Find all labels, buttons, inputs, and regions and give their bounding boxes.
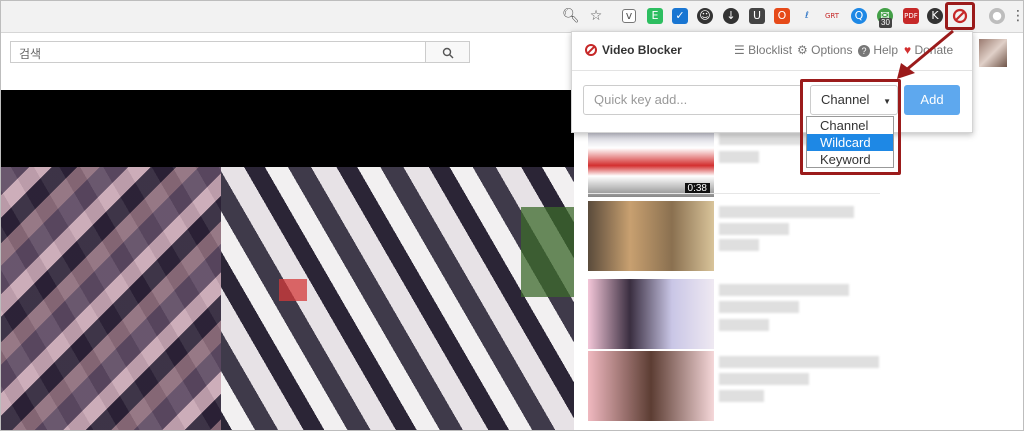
ext-icon[interactable]: GRT — [824, 8, 840, 24]
related-thumbnail[interactable] — [588, 201, 714, 271]
related-title[interactable] — [719, 356, 879, 368]
related-thumbnail[interactable]: 0:38 — [588, 127, 714, 197]
tamper-icon[interactable]: ☺ — [697, 8, 713, 24]
related-meta — [719, 239, 759, 251]
highlight-box-extension — [945, 2, 975, 30]
related-thumbnail[interactable] — [588, 279, 714, 349]
search-input[interactable]: 검색 — [10, 41, 426, 63]
list-icon: ☰ — [734, 43, 745, 57]
related-meta — [719, 373, 809, 385]
todo-icon[interactable]: ✓ — [672, 8, 688, 24]
shield-icon[interactable]: U — [749, 8, 765, 24]
related-thumbnail[interactable] — [588, 351, 714, 421]
related-meta — [719, 390, 764, 402]
block-icon — [585, 44, 597, 56]
text-icon[interactable]: ℓ — [799, 8, 815, 24]
related-meta — [719, 223, 789, 235]
pdf-icon[interactable]: PDF — [903, 8, 919, 24]
zoom-icon[interactable]: 🔍︎ — [562, 8, 580, 24]
video-player-top[interactable] — [1, 90, 574, 167]
gear-icon: ⚙ — [797, 43, 808, 57]
avatar[interactable] — [979, 39, 1007, 67]
profile-icon[interactable]: ● — [989, 8, 1005, 24]
related-title[interactable] — [719, 206, 854, 218]
download-icon[interactable]: ↓ — [723, 8, 739, 24]
annotation-arrow — [897, 29, 954, 79]
popup-title: Video Blocker — [602, 43, 682, 57]
browser-toolbar: 🔍︎ ☆ v E ✓ ☺ ↓ U O ℓ GRT Q ✉ 30 PDF K ● … — [1, 1, 1023, 33]
menu-icon[interactable]: ⋮ — [1011, 8, 1023, 24]
highlight-box-select — [800, 79, 901, 175]
pocket-icon[interactable]: v — [622, 9, 636, 23]
video-detail — [279, 279, 307, 301]
evernote-icon[interactable]: E — [647, 8, 663, 24]
browser-window: 🔍︎ ☆ v E ✓ ☺ ↓ U O ℓ GRT Q ✉ 30 PDF K ● … — [0, 0, 1024, 431]
question-icon: ? — [858, 45, 870, 57]
related-meta — [719, 301, 799, 313]
search-ext-icon[interactable]: Q — [851, 8, 867, 24]
related-meta — [719, 319, 769, 331]
quick-key-input[interactable]: Quick key add... — [583, 85, 803, 115]
related-meta — [719, 151, 759, 163]
office-icon[interactable]: O — [774, 8, 790, 24]
search-icon — [442, 47, 454, 59]
search-button[interactable] — [426, 41, 470, 63]
nav-blocklist[interactable]: ☰ Blocklist — [734, 43, 792, 57]
add-button[interactable]: Add — [904, 85, 960, 115]
related-title[interactable] — [719, 284, 849, 296]
nav-options[interactable]: ⚙ Options — [797, 43, 852, 57]
star-icon[interactable]: ☆ — [588, 8, 604, 24]
divider — [588, 193, 880, 194]
k-icon[interactable]: K — [927, 8, 943, 24]
